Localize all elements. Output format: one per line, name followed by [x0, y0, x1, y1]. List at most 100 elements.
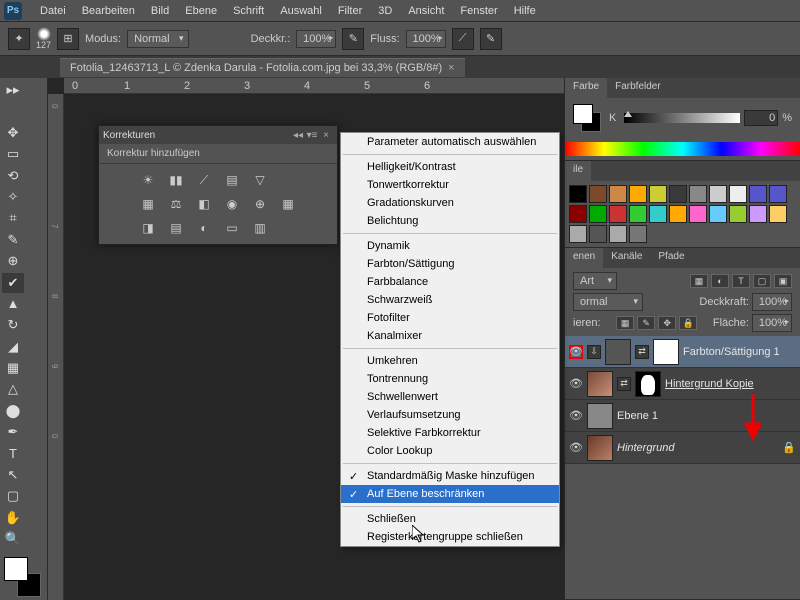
brush-tool[interactable]: ✔: [2, 273, 24, 293]
swatch[interactable]: [629, 205, 647, 223]
layer-thumb[interactable]: [587, 403, 613, 429]
tool-preset-icon[interactable]: ✦: [8, 28, 30, 50]
lookup-icon[interactable]: ▦: [278, 196, 298, 212]
menu-item[interactable]: Schwellenwert: [341, 388, 559, 406]
menu-bearbeiten[interactable]: Bearbeiten: [74, 5, 143, 17]
menu-item[interactable]: Gradationskurven: [341, 194, 559, 212]
exposure-icon[interactable]: ▤: [222, 172, 242, 188]
swatch[interactable]: [729, 205, 747, 223]
threshold-icon[interactable]: ◐: [194, 220, 214, 236]
move-tool[interactable]: ✥: [2, 123, 24, 143]
tab-ebenen[interactable]: enen: [565, 248, 603, 268]
mask-thumb[interactable]: [635, 371, 661, 397]
menu-item[interactable]: Color Lookup: [341, 442, 559, 460]
posterize-icon[interactable]: ▤: [166, 220, 186, 236]
mixer-icon[interactable]: ⊕: [250, 196, 270, 212]
menu-schrift[interactable]: Schrift: [225, 5, 272, 17]
swatch[interactable]: [569, 185, 587, 203]
filter-shape-icon[interactable]: ▢: [753, 274, 771, 288]
menu-item[interactable]: Schwarzweiß: [341, 291, 559, 309]
menu-item[interactable]: Parameter automatisch auswählen: [341, 133, 559, 151]
swatch[interactable]: [589, 205, 607, 223]
tab-stile[interactable]: ile: [565, 161, 591, 181]
menu-item[interactable]: Selektive Farbkorrektur: [341, 424, 559, 442]
swatch[interactable]: [689, 185, 707, 203]
swatch[interactable]: [749, 205, 767, 223]
layer-thumb[interactable]: [587, 435, 613, 461]
flow-input[interactable]: 100%: [406, 30, 446, 48]
swatch[interactable]: [609, 225, 627, 243]
layer-name[interactable]: Ebene 1: [617, 410, 796, 422]
color-swatch[interactable]: [4, 557, 45, 597]
balance-icon[interactable]: ⚖: [166, 196, 186, 212]
crop-tool[interactable]: ⌗: [2, 208, 24, 228]
swatch[interactable]: [609, 185, 627, 203]
mask-thumb[interactable]: [653, 339, 679, 365]
swatch[interactable]: [769, 205, 787, 223]
menu-ebene[interactable]: Ebene: [177, 5, 225, 17]
swatch[interactable]: [649, 205, 667, 223]
filter-type-icon[interactable]: T: [732, 274, 750, 288]
bw-icon[interactable]: ◧: [194, 196, 214, 212]
menu-datei[interactable]: Datei: [32, 5, 74, 17]
menu-fenster[interactable]: Fenster: [452, 5, 505, 17]
gradientmap-icon[interactable]: ▭: [222, 220, 242, 236]
visibility-icon[interactable]: 👁: [569, 345, 583, 359]
foreground-color[interactable]: [4, 557, 28, 581]
layer-filter-dropdown[interactable]: Art: [573, 272, 617, 290]
menu-ansicht[interactable]: Ansicht: [400, 5, 452, 17]
pen-tool[interactable]: ✒: [2, 422, 24, 442]
menu-hilfe[interactable]: Hilfe: [506, 5, 544, 17]
spectrum-bar[interactable]: [565, 142, 800, 156]
swatch[interactable]: [589, 185, 607, 203]
swatch[interactable]: [749, 185, 767, 203]
menu-item[interactable]: Registerkartengruppe schließen: [341, 528, 559, 546]
panel-menu-icon[interactable]: ▾≡: [305, 130, 319, 141]
brush-panel-icon[interactable]: ⊞: [57, 28, 79, 50]
photofilter-icon[interactable]: ◉: [222, 196, 242, 212]
selective-icon[interactable]: ▥: [250, 220, 270, 236]
layer-blend-dropdown[interactable]: ormal: [573, 293, 643, 311]
hue-icon[interactable]: ▦: [138, 196, 158, 212]
filter-smart-icon[interactable]: ▣: [774, 274, 792, 288]
menu-filter[interactable]: Filter: [330, 5, 370, 17]
layer-row[interactable]: 👁 Ebene 1: [565, 400, 800, 432]
link-icon[interactable]: ⇄: [635, 345, 649, 359]
swatch[interactable]: [769, 185, 787, 203]
vibrance-icon[interactable]: ▽: [250, 172, 270, 188]
layer-opacity-input[interactable]: 100%: [752, 293, 792, 311]
menu-item[interactable]: Tonwertkorrektur: [341, 176, 559, 194]
lock-position-icon[interactable]: ✥: [658, 316, 676, 330]
visibility-icon[interactable]: 👁: [569, 441, 583, 455]
pressure-size-icon[interactable]: ✎: [480, 28, 502, 50]
layer-name[interactable]: Farbton/Sättigung 1: [683, 346, 796, 358]
menu-bild[interactable]: Bild: [143, 5, 177, 17]
menu-3d[interactable]: 3D: [370, 5, 400, 17]
tab-farbe[interactable]: Farbe: [565, 78, 607, 98]
menu-item[interactable]: Standardmäßig Maske hinzufügen: [341, 467, 559, 485]
airbrush-icon[interactable]: ⟋: [452, 28, 474, 50]
menu-item[interactable]: Verlaufsumsetzung: [341, 406, 559, 424]
tab-farbfelder[interactable]: Farbfelder: [607, 78, 669, 98]
menu-item[interactable]: Tontrennung: [341, 370, 559, 388]
swatch[interactable]: [689, 205, 707, 223]
layer-row[interactable]: 👁Hintergrund🔒: [565, 432, 800, 464]
menu-item[interactable]: Farbbalance: [341, 273, 559, 291]
brush-size-picker[interactable]: 127: [36, 27, 51, 50]
menu-item[interactable]: Dynamik: [341, 237, 559, 255]
path-tool[interactable]: ↖: [2, 465, 24, 485]
lock-transparent-icon[interactable]: ▦: [616, 316, 634, 330]
swatch[interactable]: [729, 185, 747, 203]
levels-icon[interactable]: ▮▮: [166, 172, 186, 188]
swatch[interactable]: [569, 205, 587, 223]
blur-tool[interactable]: △: [2, 379, 24, 399]
swatch[interactable]: [709, 205, 727, 223]
lock-all-icon[interactable]: 🔒: [679, 316, 697, 330]
shape-tool[interactable]: ▢: [2, 486, 24, 506]
layer-name[interactable]: Hintergrund: [617, 442, 778, 454]
hand-tool[interactable]: ✋: [2, 508, 24, 528]
visibility-icon[interactable]: 👁: [569, 409, 583, 423]
swatch[interactable]: [609, 205, 627, 223]
swatch[interactable]: [649, 185, 667, 203]
visibility-icon[interactable]: 👁: [569, 377, 583, 391]
